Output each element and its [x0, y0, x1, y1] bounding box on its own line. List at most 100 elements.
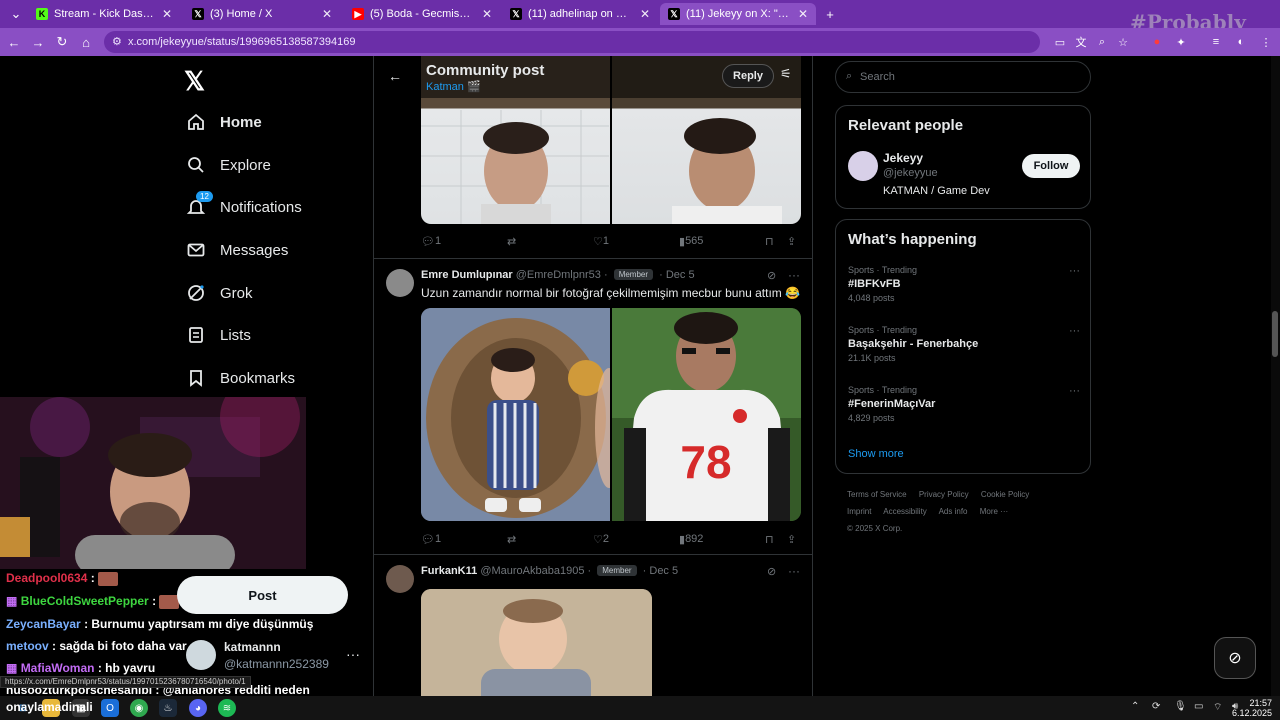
avatar[interactable]	[848, 151, 878, 181]
cast-icon[interactable]: ▭	[1052, 34, 1068, 50]
avatar[interactable]	[386, 565, 414, 593]
bookmark-icon[interactable]: ⊓	[765, 235, 774, 248]
puzzle-icon[interactable]: ✦	[1173, 34, 1189, 50]
tweet-media[interactable]	[421, 589, 652, 696]
footer-link[interactable]: Imprint	[847, 507, 871, 516]
reload-icon[interactable]: ↻	[50, 30, 74, 54]
menu-icon[interactable]: ⋮	[1258, 34, 1274, 50]
post-button[interactable]: Post	[177, 576, 348, 614]
avatar[interactable]	[386, 269, 414, 297]
grok-fab-icon[interactable]: ⊘	[1214, 637, 1256, 679]
steam-icon[interactable]: ♨	[159, 699, 177, 717]
retweet-icon[interactable]: ⇄	[507, 533, 516, 546]
photo[interactable]: 78	[612, 308, 801, 521]
outlook-icon[interactable]: O	[101, 699, 119, 717]
follow-button[interactable]: Follow	[1022, 154, 1080, 178]
tweet-media[interactable]: 78	[421, 308, 801, 521]
close-icon[interactable]: ✕	[482, 7, 492, 21]
footer-link[interactable]: Privacy Policy	[919, 490, 969, 499]
x-logo-icon[interactable]: 𝕏	[184, 66, 205, 97]
taskbar-clock[interactable]: 21:57 6.12.2025	[1226, 698, 1272, 718]
wifi-icon[interactable]: ⌔	[1213, 701, 1222, 714]
footer-link[interactable]: Terms of Service	[847, 490, 907, 499]
tweet[interactable]: FurkanK11 @MauroAkbaba1905 · Member · De…	[374, 554, 812, 696]
browser-tab-2[interactable]: 𝕏 (3) Home / X ✕	[184, 3, 340, 25]
trend-item[interactable]: Sports · Trending #IBFKvFB 4,048 posts ·…	[848, 265, 1080, 303]
more-icon[interactable]: ···	[788, 268, 800, 282]
tweet[interactable]: Emre Dumlupınar @EmreDmlpnr53 · Member ·…	[374, 258, 812, 554]
new-tab-button[interactable]: +	[818, 2, 842, 26]
footer-link[interactable]: Cookie Policy	[981, 490, 1029, 499]
reply-button[interactable]: Reply	[722, 64, 774, 88]
chrome-icon[interactable]: ◉	[130, 699, 148, 717]
close-icon[interactable]: ✕	[798, 7, 808, 21]
more-icon[interactable]: ···	[1069, 385, 1080, 397]
media-icon[interactable]: ≡	[1208, 34, 1224, 50]
show-more-link[interactable]: Show more	[848, 448, 904, 460]
url-input[interactable]: ⚙ x.com/jekeyyue/status/1996965138587394…	[104, 31, 1040, 53]
community-link[interactable]: Katman 🎬	[426, 80, 481, 93]
close-icon[interactable]: ✕	[322, 7, 332, 21]
translate-icon[interactable]: 文	[1073, 34, 1089, 50]
share-icon[interactable]: ⇪	[787, 235, 796, 248]
microphone-icon[interactable]: 🎙︎	[1174, 701, 1187, 712]
grok-icon[interactable]: ⊘	[767, 269, 776, 282]
nav-explore[interactable]: Explore	[186, 150, 271, 180]
tab-search-button[interactable]: ⌄	[4, 2, 28, 26]
photo[interactable]	[421, 308, 610, 521]
bookmark-icon[interactable]: ⊓	[765, 533, 774, 546]
views-icon[interactable]: ▮ 892	[679, 533, 703, 546]
browser-tab-5[interactable]: 𝕏 (11) Jekeyy on X: "Çocukluğunu ✕	[660, 3, 816, 25]
grok-icon[interactable]: ⊘	[767, 565, 776, 578]
zoom-icon[interactable]: ⌕	[1094, 34, 1110, 50]
settings-sliders-icon[interactable]: ⚟	[780, 66, 792, 82]
nav-messages[interactable]: Messages	[186, 235, 288, 265]
footer-link[interactable]: Ads info	[939, 507, 968, 516]
share-icon[interactable]: ⇪	[787, 533, 796, 546]
back-icon[interactable]: ←	[2, 30, 26, 54]
browser-tab-3[interactable]: ▶ (5) Boda - GecmisVGelecek (Offi ✕	[344, 3, 500, 25]
browser-tab-4[interactable]: 𝕏 (11) adhelinap on X: "Looks like ✕	[502, 3, 658, 25]
nav-notifications[interactable]: 12 Notifications	[186, 191, 302, 222]
spotify-icon[interactable]: ≋	[218, 699, 236, 717]
search-input[interactable]: ⌕ Search	[835, 61, 1091, 93]
profile-avatar[interactable]: ◐	[1233, 34, 1249, 50]
close-icon[interactable]: ✕	[640, 7, 650, 21]
views-icon[interactable]: ▮ 565	[679, 235, 703, 248]
forward-icon[interactable]: →	[26, 30, 50, 54]
more-icon[interactable]: ···	[1069, 325, 1080, 337]
chevron-up-icon[interactable]: ⌃	[1131, 701, 1139, 712]
photo[interactable]	[421, 589, 652, 696]
more-icon[interactable]: ···	[788, 564, 800, 578]
nav-lists[interactable]: Lists	[186, 320, 251, 350]
account-switcher[interactable]: katmannn @katmannn252389 ···	[186, 638, 366, 678]
tweet-author[interactable]: Emre Dumlupınar @EmreDmlpnr53 · Member ·…	[421, 269, 695, 281]
nav-bookmarks[interactable]: Bookmarks	[186, 363, 295, 393]
retweet-icon[interactable]: ⇄	[507, 235, 516, 248]
extension-icon[interactable]: ●	[1149, 34, 1165, 50]
browser-tab-1[interactable]: K Stream - Kick Dashboard ✕	[28, 3, 180, 25]
nav-home[interactable]: Home	[186, 107, 262, 137]
back-arrow-icon[interactable]: ←	[388, 68, 402, 84]
reply-icon[interactable]: 💬︎ 1	[421, 235, 441, 248]
more-icon[interactable]: ···	[1069, 265, 1080, 277]
bookmark-star-icon[interactable]: ☆	[1115, 34, 1131, 50]
scrollbar-thumb[interactable]	[1272, 311, 1278, 357]
trend-item[interactable]: Sports · Trending Başakşehir - Fenerbahç…	[848, 325, 1080, 363]
home-icon[interactable]: ⌂	[74, 30, 98, 54]
trend-item[interactable]: Sports · Trending #FenerinMaçıVar 4,829 …	[848, 385, 1080, 423]
reply-icon[interactable]: 💬︎ 1	[421, 533, 441, 546]
scrollbar-track[interactable]	[1271, 56, 1280, 696]
footer-link[interactable]: More ···	[980, 507, 1008, 516]
sync-icon[interactable]: ⟳	[1152, 701, 1160, 712]
footer-link[interactable]: Accessibility	[883, 507, 927, 516]
like-icon[interactable]: ♡ 2	[593, 533, 609, 546]
more-icon[interactable]: ···	[346, 646, 360, 662]
person-name[interactable]: Jekeyy	[883, 151, 923, 165]
discord-icon[interactable]: ◕	[189, 699, 207, 717]
display-icon[interactable]: ▭	[1194, 701, 1203, 712]
like-icon[interactable]: ♡ 1	[593, 235, 609, 248]
close-icon[interactable]: ✕	[162, 7, 172, 21]
tweet-author[interactable]: FurkanK11 @MauroAkbaba1905 · Member · De…	[421, 565, 678, 577]
nav-grok[interactable]: Grok	[186, 278, 253, 308]
